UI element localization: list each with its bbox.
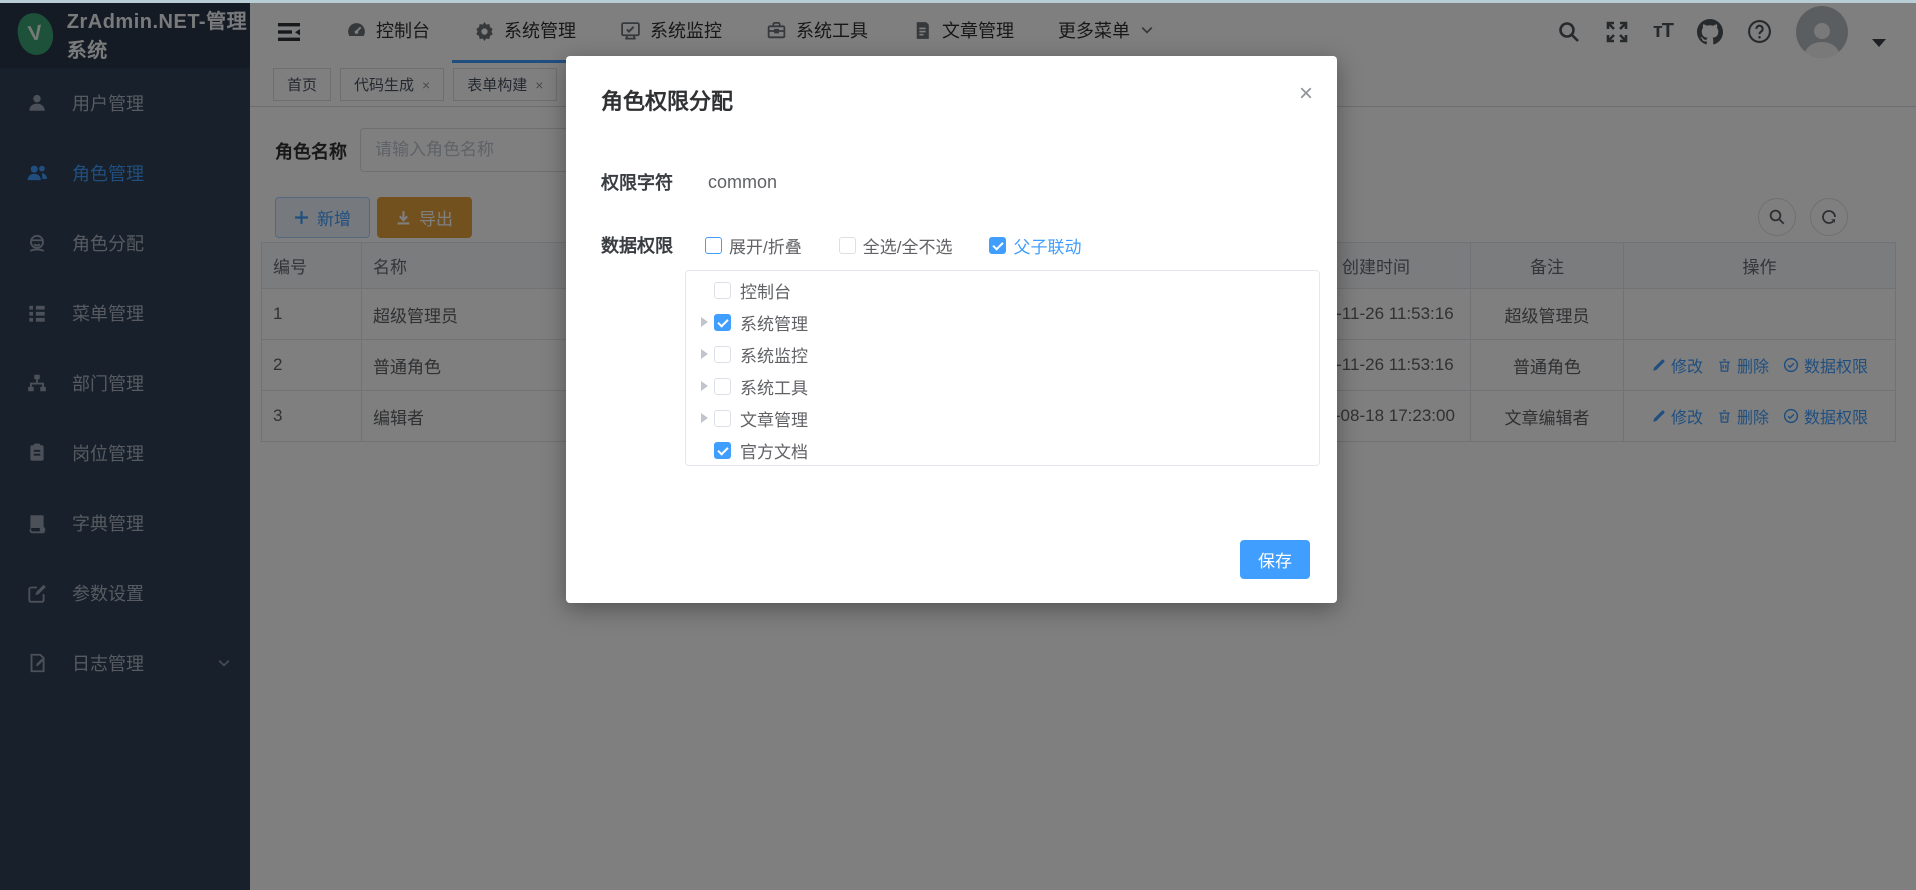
checkbox[interactable]: [839, 237, 856, 254]
checkbox[interactable]: [714, 378, 731, 395]
option-全选/全不选[interactable]: 全选/全不选: [839, 233, 953, 258]
checkbox[interactable]: [989, 237, 1006, 254]
checkbox[interactable]: [705, 237, 722, 254]
option-父子联动[interactable]: 父子联动: [989, 233, 1081, 258]
checkbox[interactable]: [714, 410, 731, 427]
tree-node-label: 控制台: [740, 278, 791, 303]
tree-node-系统管理[interactable]: 系统管理: [686, 306, 1319, 338]
tree-node-官方文档[interactable]: 官方文档: [686, 434, 1319, 466]
perm-char-row: 权限字符 common: [601, 169, 777, 195]
caret-right-icon[interactable]: [694, 381, 714, 391]
save-button[interactable]: 保存: [1240, 540, 1310, 579]
tree-node-label: 官方文档: [740, 438, 808, 463]
checkbox-label: 父子联动: [1013, 233, 1081, 258]
caret-right-icon[interactable]: [694, 317, 714, 327]
data-perm-row: 数据权限 展开/折叠 全选/全不选 父子联动: [601, 232, 1118, 258]
perm-char-label: 权限字符: [601, 169, 673, 195]
checkbox[interactable]: [714, 346, 731, 363]
perm-char-value: common: [708, 172, 777, 193]
checkbox-label: 全选/全不选: [863, 233, 953, 258]
tree-node-系统工具[interactable]: 系统工具: [686, 370, 1319, 402]
role-permission-dialog: 角色权限分配 × 权限字符 common 数据权限 展开/折叠 全选/全不选 父子联…: [566, 56, 1337, 603]
top-progress-strip: [0, 0, 1916, 3]
tree-node-label: 文章管理: [740, 406, 808, 431]
caret-right-icon[interactable]: [694, 349, 714, 359]
dialog-title: 角色权限分配: [601, 84, 733, 116]
checkbox-label: 展开/折叠: [729, 233, 802, 258]
tree-node-label: 系统管理: [740, 310, 808, 335]
data-perm-label: 数据权限: [601, 232, 673, 258]
option-展开/折叠[interactable]: 展开/折叠: [705, 233, 802, 258]
checkbox[interactable]: [714, 314, 731, 331]
tree-node-系统监控[interactable]: 系统监控: [686, 338, 1319, 370]
tree-node-label: 系统监控: [740, 342, 808, 367]
checkbox[interactable]: [714, 442, 731, 459]
tree-node-文章管理[interactable]: 文章管理: [686, 402, 1319, 434]
caret-right-icon[interactable]: [694, 413, 714, 423]
checkbox[interactable]: [714, 282, 731, 299]
tree-node-控制台[interactable]: 控制台: [686, 274, 1319, 306]
permission-tree: 控制台系统管理系统监控系统工具文章管理官方文档: [685, 270, 1320, 466]
close-icon[interactable]: ×: [1299, 82, 1313, 106]
tree-node-label: 系统工具: [740, 374, 808, 399]
